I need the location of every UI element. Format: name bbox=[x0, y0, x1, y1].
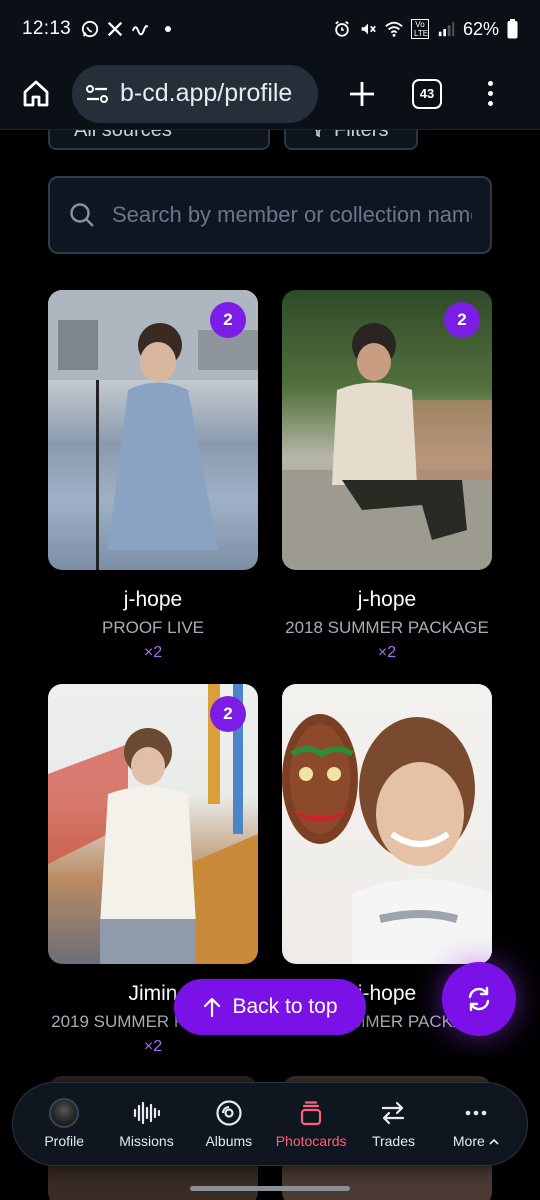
signal-icon bbox=[438, 21, 455, 37]
battery-icon bbox=[507, 19, 518, 39]
whatsapp-icon bbox=[81, 20, 99, 38]
nav-item-profile[interactable]: Profile bbox=[24, 1098, 104, 1149]
photocard[interactable]: 2 j-hope 2018 SUMMER PACKAGE ×2 bbox=[282, 290, 492, 662]
bottom-navigation: Profile Missions Albums Photocards Trade… bbox=[12, 1082, 528, 1166]
refresh-button[interactable] bbox=[442, 962, 516, 1036]
browser-toolbar: b-cd.app/profile 43 bbox=[0, 58, 540, 130]
status-time: 12:13 bbox=[22, 18, 72, 39]
browser-menu-button[interactable] bbox=[480, 72, 500, 116]
address-bar[interactable]: b-cd.app/profile bbox=[72, 64, 318, 123]
arrow-up-icon bbox=[204, 997, 221, 1018]
card-quantity: ×2 bbox=[377, 644, 397, 661]
dot-icon bbox=[165, 26, 172, 32]
more-dots-icon bbox=[465, 1110, 487, 1116]
filter-row: All sources Filters bbox=[48, 130, 418, 150]
waveform-icon bbox=[134, 1101, 161, 1125]
tab-count: 43 bbox=[419, 86, 435, 101]
filters-label: Filters bbox=[334, 130, 388, 142]
nav-item-trades[interactable]: Trades bbox=[353, 1099, 433, 1149]
photocard-image: 2 bbox=[282, 290, 492, 570]
nav-label: Trades bbox=[371, 1133, 415, 1149]
nav-item-missions[interactable]: Missions bbox=[106, 1099, 186, 1149]
disc-icon bbox=[216, 1100, 242, 1126]
nav-item-photocards[interactable]: Photocards bbox=[271, 1099, 351, 1149]
photocard-image: 2 bbox=[48, 684, 258, 964]
nav-label: More bbox=[453, 1133, 499, 1149]
photocard-image bbox=[282, 684, 492, 964]
back-to-top-button[interactable]: Back to top bbox=[174, 979, 366, 1035]
photocard[interactable]: 2 j-hope PROOF LIVE ×2 bbox=[48, 290, 258, 662]
nav-item-albums[interactable]: Albums bbox=[189, 1099, 269, 1149]
home-button[interactable] bbox=[14, 72, 58, 116]
card-quantity: ×2 bbox=[143, 644, 163, 661]
search-input[interactable] bbox=[112, 202, 472, 228]
volte-icon: Vo LTE bbox=[410, 19, 429, 39]
card-quantity: ×2 bbox=[143, 1038, 163, 1055]
more-vert-icon bbox=[487, 81, 493, 86]
battery-percent: 62% bbox=[462, 18, 499, 39]
photocard-image: 2 bbox=[48, 290, 258, 570]
nav-item-more[interactable]: More bbox=[436, 1099, 516, 1149]
card-member-name: j-hope bbox=[123, 588, 183, 611]
source-filter-label: All sources bbox=[74, 130, 172, 142]
swap-arrows-icon bbox=[382, 1101, 405, 1125]
cards-stack-icon bbox=[301, 1101, 322, 1126]
swirl-icon bbox=[131, 25, 149, 36]
page-content: All sources Filters 2 j-hope PROOF LIVE … bbox=[24, 130, 516, 1200]
source-filter-button[interactable]: All sources bbox=[48, 130, 270, 150]
new-tab-button[interactable] bbox=[340, 72, 384, 116]
avatar bbox=[49, 1098, 80, 1128]
search-icon bbox=[70, 203, 94, 227]
nav-label: Photocards bbox=[275, 1133, 347, 1149]
x-icon bbox=[107, 21, 123, 37]
nav-label: Missions bbox=[119, 1133, 174, 1149]
card-member-name: j-hope bbox=[357, 588, 417, 611]
url-text: b-cd.app/profile bbox=[120, 79, 293, 107]
status-bar: 12:13 Vo LTE 62% bbox=[0, 0, 540, 58]
gesture-handle[interactable] bbox=[190, 1186, 350, 1191]
filter-icon bbox=[315, 130, 321, 138]
wifi-icon bbox=[385, 21, 403, 37]
refresh-icon bbox=[468, 986, 490, 1012]
search-box[interactable] bbox=[48, 176, 492, 254]
plus-icon bbox=[350, 81, 374, 106]
card-collection-name: 2018 SUMMER PACKAGE bbox=[285, 618, 489, 637]
site-settings-icon[interactable] bbox=[84, 81, 110, 107]
nav-label: Profile bbox=[44, 1133, 84, 1149]
count-badge: 2 bbox=[444, 302, 480, 338]
card-collection-name: PROOF LIVE bbox=[101, 618, 205, 637]
filters-button[interactable]: Filters bbox=[284, 130, 418, 150]
home-icon bbox=[23, 80, 49, 106]
chevron-up-icon bbox=[489, 1139, 499, 1145]
back-to-top-label: Back to top bbox=[232, 995, 338, 1018]
mute-icon bbox=[361, 23, 376, 35]
count-badge: 2 bbox=[210, 696, 246, 732]
count-badge: 2 bbox=[210, 302, 246, 338]
alarm-icon bbox=[335, 21, 349, 37]
nav-label: Albums bbox=[205, 1133, 253, 1149]
tab-switcher-button[interactable]: 43 bbox=[412, 78, 442, 109]
